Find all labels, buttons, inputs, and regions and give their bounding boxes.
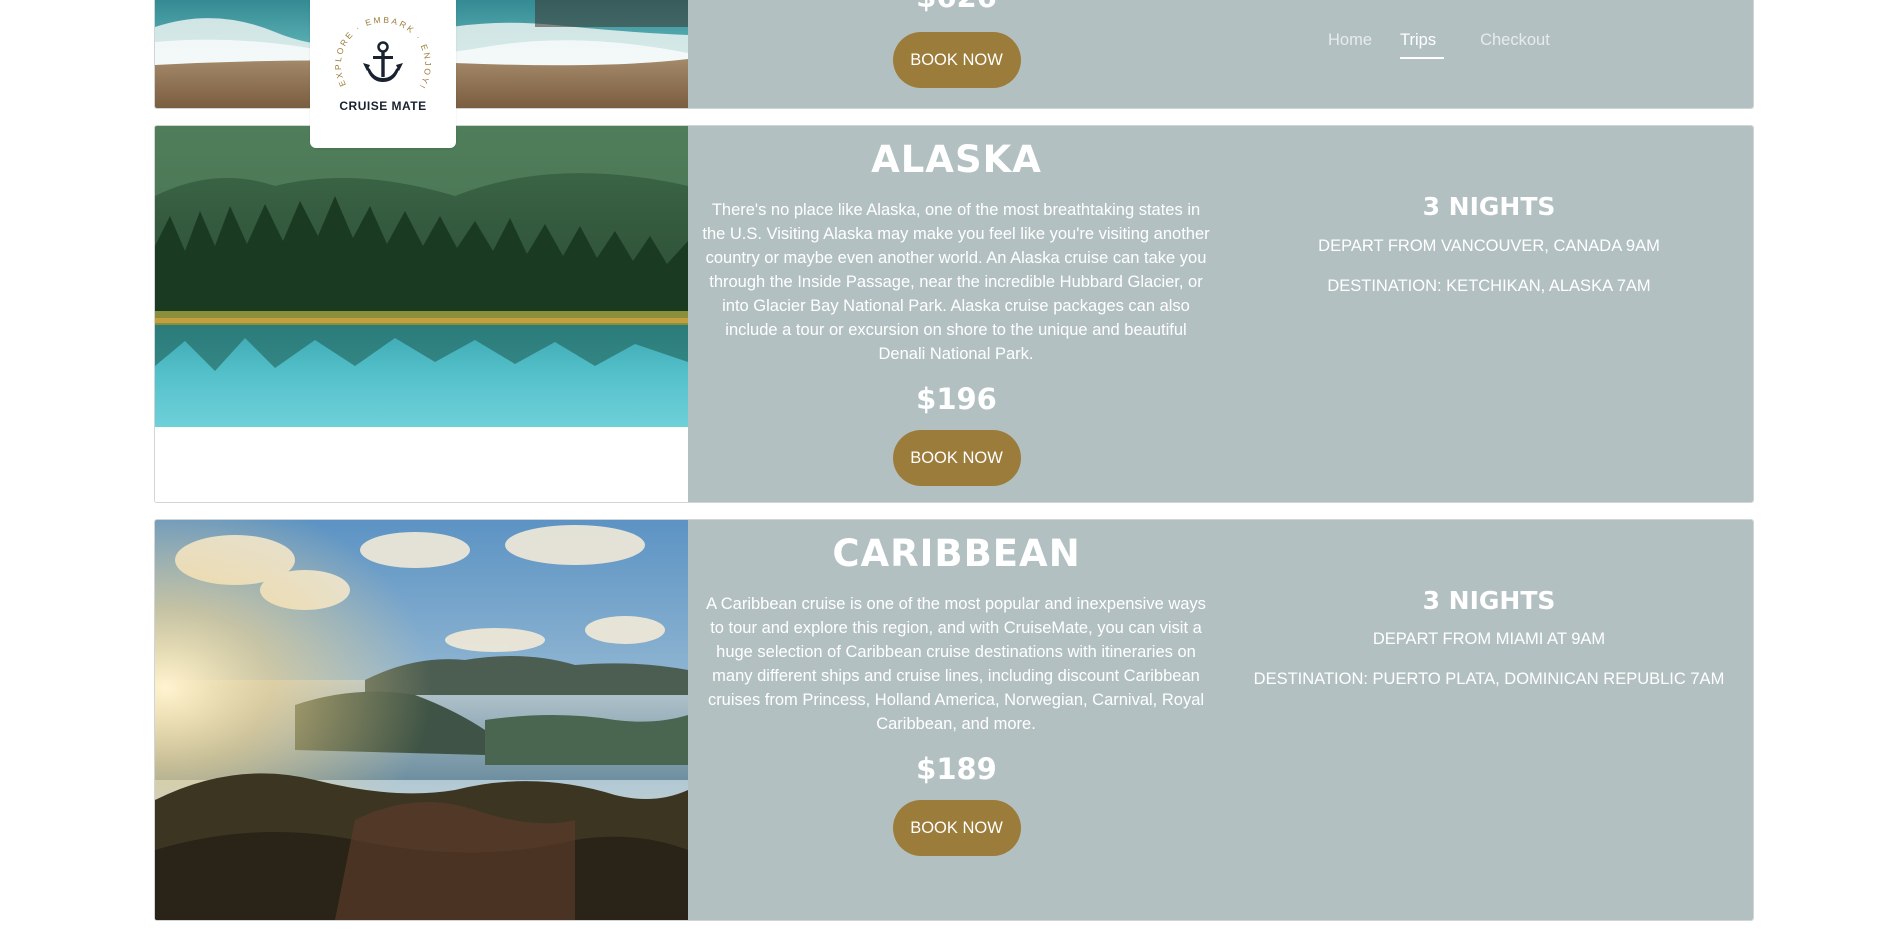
trip-details-panel: $626 BOOK NOW (688, 0, 1753, 108)
caribbean-bay-sunset-photo (155, 520, 688, 920)
trip-price: $196 (916, 382, 997, 416)
trip-card-caribbean: CARIBBEAN A Caribbean cruise is one of t… (154, 519, 1754, 921)
book-now-button[interactable]: BOOK NOW (892, 430, 1021, 486)
logo-name: CRUISE MATE (339, 99, 427, 113)
book-now-button[interactable]: BOOK NOW (892, 800, 1021, 856)
trip-destination: DESTINATION: PUERTO PLATA, DOMINICAN REP… (1253, 670, 1725, 688)
cruise-mate-logo[interactable]: EXPLORE · EMBARK · ENJOY! CRUISE MATE (310, 0, 456, 148)
nav-trips[interactable]: Trips (1400, 31, 1445, 59)
trip-title: ALASKA (871, 138, 1042, 181)
nav-home[interactable]: Home (1328, 31, 1372, 59)
main-nav: Home Trips Checkout (1328, 31, 1586, 59)
trip-destination: DESTINATION: KETCHIKAN, ALASKA 7AM (1327, 277, 1651, 295)
trip-price: $189 (916, 752, 997, 786)
logo-ring-text: EXPLORE · EMBARK · ENJOY! (333, 15, 431, 92)
trip-nights: 3 NIGHTS (1422, 586, 1556, 615)
trip-details-panel: CARIBBEAN A Caribbean cruise is one of t… (688, 520, 1753, 920)
anchor-icon (363, 41, 403, 82)
trip-details-panel: ALASKA There's no place like Alaska, one… (688, 126, 1753, 502)
trip-depart: DEPART FROM VANCOUVER, CANADA 9AM (1318, 237, 1660, 255)
trip-price: $626 (688, 0, 1225, 14)
trip-title: CARIBBEAN (832, 532, 1081, 575)
alaska-forest-lake-photo (155, 126, 688, 427)
trip-description: A Caribbean cruise is one of the most po… (706, 595, 1206, 733)
nav-checkout[interactable]: Checkout (1480, 31, 1550, 59)
trip-description: There's no place like Alaska, one of the… (702, 201, 1210, 363)
trip-depart: DEPART FROM MIAMI AT 9AM (1372, 630, 1606, 648)
book-now-button[interactable]: BOOK NOW (892, 32, 1021, 88)
trip-nights: 3 NIGHTS (1422, 192, 1556, 221)
trip-card-alaska: ALASKA There's no place like Alaska, one… (154, 125, 1754, 503)
